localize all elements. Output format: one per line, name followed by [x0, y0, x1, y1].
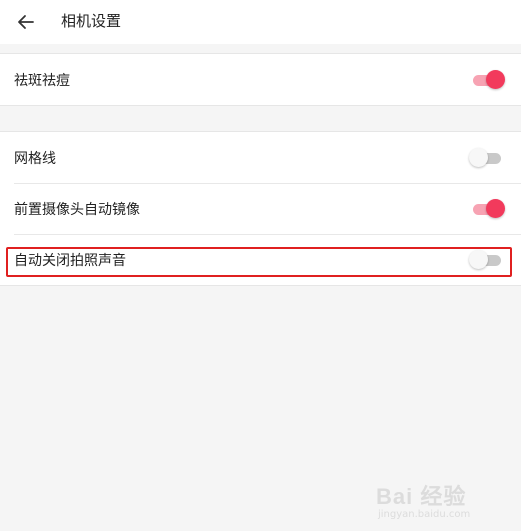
toggle-thumb	[469, 249, 488, 269]
setting-label: 祛斑祛痘	[14, 72, 70, 89]
arrow-left-icon	[18, 15, 34, 29]
shutter-sound-toggle[interactable]	[469, 249, 503, 270]
watermark-brand: Bai 经验	[376, 484, 467, 509]
setting-row-blemish[interactable]: 祛斑祛痘	[0, 54, 521, 105]
setting-label: 前置摄像头自动镜像	[14, 201, 140, 218]
watermark-url: jingyan.baidu.com	[378, 509, 471, 520]
setting-label: 自动关闭拍照声音	[14, 252, 126, 269]
page-title: 相机设置	[61, 12, 122, 30]
setting-label: 网格线	[14, 150, 56, 167]
toggle-thumb	[486, 69, 505, 89]
toggle-thumb	[469, 147, 488, 167]
setting-row-shutter-sound[interactable]: 自动关闭拍照声音	[0, 234, 521, 285]
baidu-jingyan-watermark: Bai 经验 jingyan.baidu.com	[376, 477, 511, 527]
blemish-toggle[interactable]	[473, 69, 505, 90]
setting-row-grid[interactable]: 网格线	[0, 132, 521, 183]
settings-group-beauty: 祛斑祛痘	[0, 53, 521, 106]
setting-row-front-mirror[interactable]: 前置摄像头自动镜像	[0, 183, 521, 234]
camera-settings-screen: 相机设置 祛斑祛痘 网格线 前置摄像头自动镜像 自动关闭拍照声音 Bai 经验 …	[0, 0, 521, 531]
back-button[interactable]	[12, 8, 40, 36]
settings-group-camera: 网格线 前置摄像头自动镜像 自动关闭拍照声音	[0, 131, 521, 286]
toggle-thumb	[486, 198, 505, 218]
front-mirror-toggle[interactable]	[473, 198, 505, 219]
grid-toggle[interactable]	[469, 147, 503, 168]
top-bar: 相机设置	[0, 0, 521, 44]
